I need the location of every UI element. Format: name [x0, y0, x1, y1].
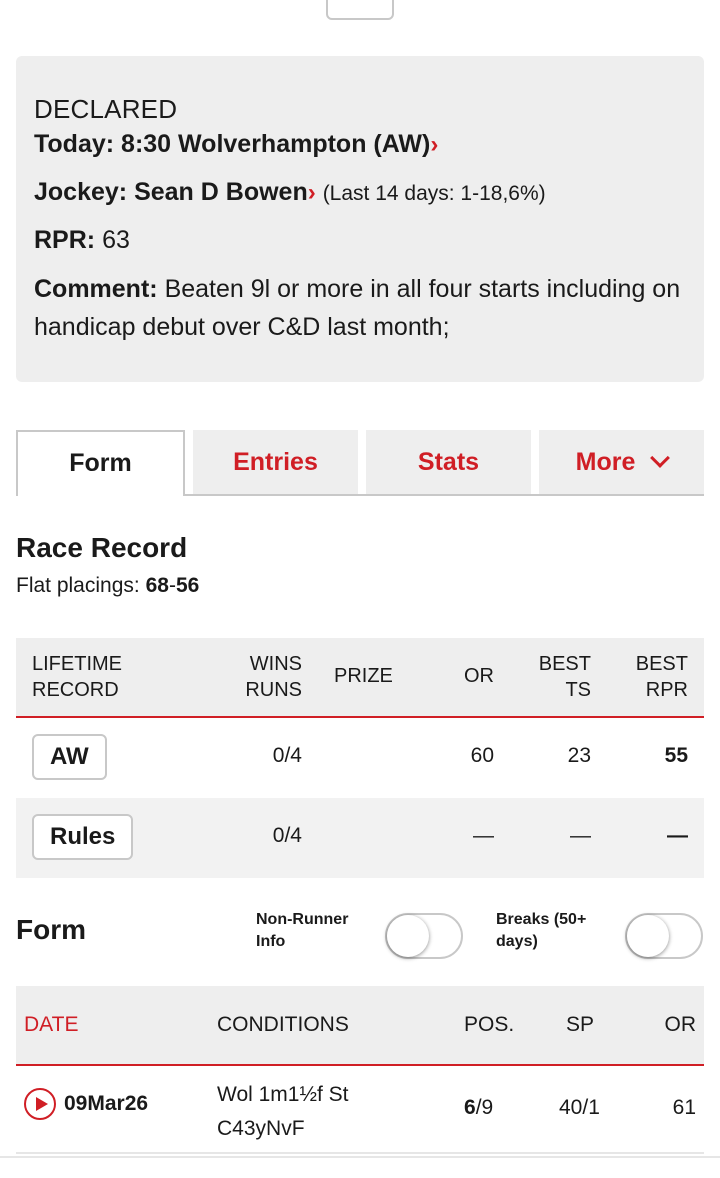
chevron-right-icon: › — [430, 131, 439, 158]
today-race-link[interactable]: Today: 8:30 Wolverhampton (AW)› — [34, 130, 438, 159]
official-rating: 61 — [672, 1096, 696, 1119]
tab-entries[interactable]: Entries — [193, 430, 358, 494]
date-column-header[interactable]: DATE — [24, 1013, 78, 1037]
breaks-label: Breaks (50+ days) — [496, 911, 587, 950]
non-runner-info-label: Non-Runner Info — [256, 911, 349, 950]
chevron-right-icon: › — [307, 179, 316, 206]
race-record-title: Race Record — [16, 532, 188, 563]
declared-card: DECLARED Today: 8:30 Wolverhampton (AW)›… — [16, 56, 704, 382]
breaks-toggle[interactable] — [625, 913, 703, 959]
record-type-button-rules[interactable]: Rules — [32, 814, 134, 860]
rpr-value: 63 — [102, 226, 130, 254]
jockey-stats: (Last 14 days: 1-18,6%) — [322, 182, 546, 205]
position: 6/9 — [464, 1096, 494, 1119]
record-type-button-aw[interactable]: AW — [32, 734, 107, 780]
flat-placings: Flat placings: 68-56 — [16, 574, 200, 597]
non-runner-info-toggle[interactable] — [385, 913, 463, 959]
race-date: 09Mar26 — [64, 1092, 149, 1115]
horse-tabs: Form Entries Stats More — [16, 430, 704, 496]
lifetime-table-header: LIFETIME RECORD WINS RUNS PRIZE OR BEST TS … — [16, 638, 704, 718]
jockey-link[interactable]: Jockey: Sean D Bowen› — [34, 178, 316, 206]
form-row[interactable]: 09Mar26 Wol 1m1½f St C43yNvF 6/9 40/1 61 — [16, 1068, 704, 1154]
tab-more[interactable]: More — [539, 430, 704, 494]
declared-label: DECLARED — [34, 94, 178, 124]
tab-stats[interactable]: Stats — [366, 430, 531, 494]
table-row: AW 0/4 60 23 55 — [16, 718, 704, 798]
tab-form[interactable]: Form — [16, 430, 185, 496]
form-title: Form — [16, 914, 86, 945]
play-video-icon[interactable] — [24, 1088, 56, 1120]
comment: Comment: Beaten 9l or more in all four s… — [34, 275, 681, 341]
jockey-line: Jockey: Sean D Bowen› (Last 14 days: 1-1… — [34, 178, 546, 207]
chevron-down-icon — [650, 448, 671, 468]
race-conditions: Wol 1m1½f St C43yNvF — [217, 1083, 349, 1140]
starting-price: 40/1 — [559, 1096, 600, 1119]
drag-handle[interactable] — [326, 0, 394, 20]
rpr-line: RPR: 63 — [34, 226, 130, 254]
table-row: Rules 0/4 — — — — [16, 798, 704, 878]
form-table-header: DATE CONDITIONS POS. SP OR — [16, 986, 704, 1066]
